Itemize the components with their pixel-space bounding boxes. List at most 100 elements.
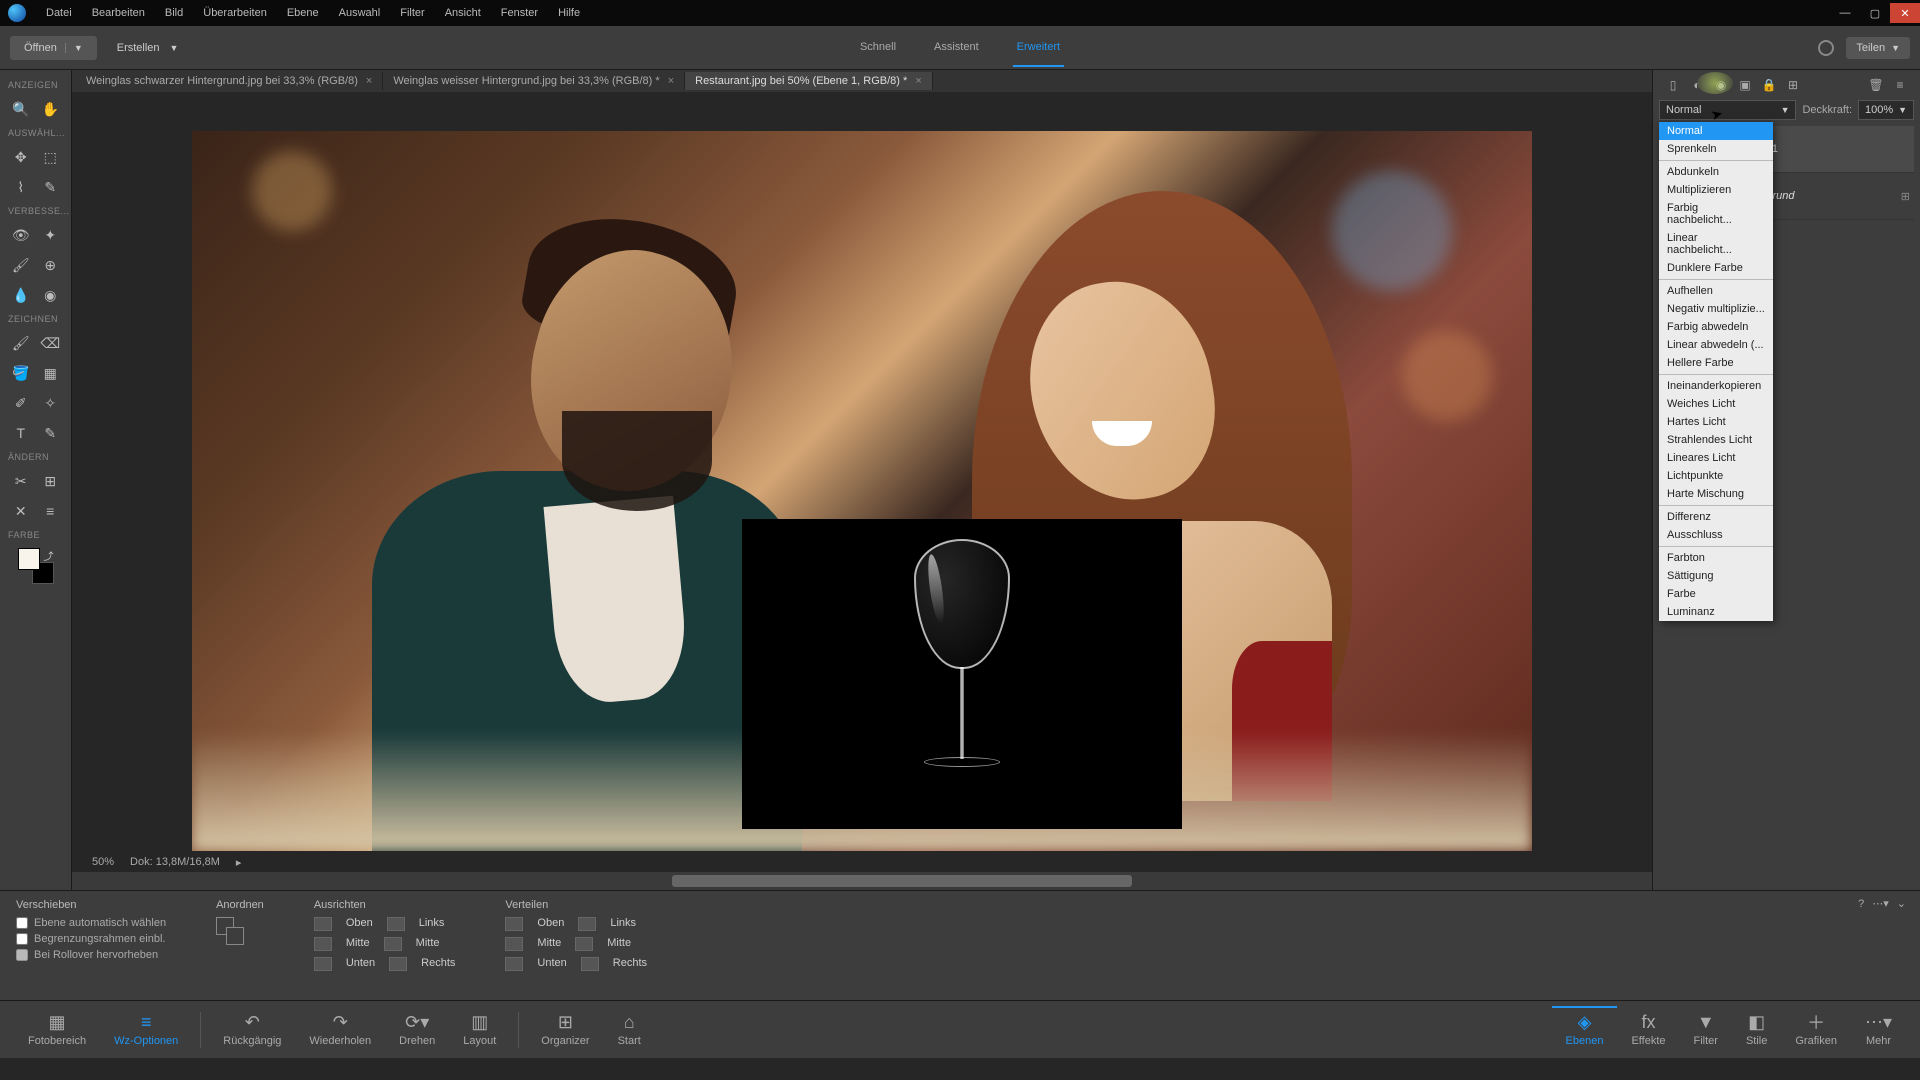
swap-colors-icon[interactable]: ⤴ [44, 548, 54, 563]
mask-icon[interactable]: ▣ [1735, 76, 1755, 94]
align-center-icon[interactable] [384, 937, 402, 951]
dock-organizer[interactable]: ⊞Organizer [527, 1012, 603, 1047]
blend-option[interactable]: Linear abwedeln (... [1659, 336, 1773, 354]
close-button[interactable]: ✕ [1890, 3, 1920, 23]
align-left-icon[interactable] [387, 917, 405, 931]
chevron-down-icon[interactable]: ▼ [65, 43, 83, 53]
dock-home[interactable]: ⌂Start [604, 1012, 655, 1047]
link-layers-icon[interactable]: ⊞ [1783, 76, 1803, 94]
menu-fenster[interactable]: Fenster [491, 3, 548, 23]
fill-tool-icon[interactable]: 🪣 [10, 362, 32, 384]
blend-option[interactable]: Strahlendes Licht [1659, 431, 1773, 449]
zoom-level[interactable]: 50% [92, 856, 114, 868]
spot-heal-tool-icon[interactable]: ✦ [39, 224, 61, 246]
trash-icon[interactable]: 🗑 [1866, 76, 1886, 94]
blend-option[interactable]: Sättigung [1659, 567, 1773, 585]
blend-mode-dropdown[interactable]: Normal Sprenkeln Abdunkeln Multipliziere… [1659, 122, 1773, 621]
create-button[interactable]: Erstellen ▼ [117, 42, 179, 54]
minimize-button[interactable]: — [1830, 3, 1860, 23]
recompose-tool-icon[interactable]: ⊞ [39, 470, 61, 492]
dock-more[interactable]: ⋯▾Mehr [1851, 1012, 1906, 1047]
eraser-tool-icon[interactable]: ⌫ [39, 332, 61, 354]
blend-option[interactable]: Differenz [1659, 508, 1773, 526]
viewport[interactable]: 50% Dok: 13,8M/16,8M ▸ [72, 92, 1652, 890]
text-tool-icon[interactable]: T [10, 422, 32, 444]
tab-0[interactable]: Weinglas schwarzer Hintergrund.jpg bei 3… [76, 72, 383, 90]
menu-ebene[interactable]: Ebene [277, 3, 329, 23]
menu-icon[interactable]: ⋯▾ [1872, 897, 1889, 910]
foreground-color[interactable] [18, 548, 40, 570]
dist-right-icon[interactable] [581, 957, 599, 971]
dist-middle-icon[interactable] [505, 937, 523, 951]
quick-select-tool-icon[interactable]: ✎ [39, 176, 61, 198]
arrange-icon[interactable] [216, 917, 244, 945]
dist-center-icon[interactable] [575, 937, 593, 951]
move-tool-icon[interactable]: ✥ [10, 146, 32, 168]
color-swatches[interactable]: ⤴ [18, 548, 54, 584]
maximize-button[interactable]: ▢ [1860, 3, 1890, 23]
blend-option[interactable]: Farbig nachbelicht... [1659, 199, 1773, 229]
dock-effects[interactable]: fxEffekte [1617, 1012, 1679, 1047]
panel-menu-icon[interactable]: ≡ [1890, 76, 1910, 94]
tab-2[interactable]: Restaurant.jpg bei 50% (Ebene 1, RGB/8) … [685, 72, 933, 90]
auto-select-checkbox[interactable]: Ebene automatisch wählen [16, 917, 166, 929]
close-icon[interactable]: × [915, 75, 921, 87]
blend-option[interactable]: Harte Mischung [1659, 485, 1773, 503]
blend-option[interactable]: Weiches Licht [1659, 395, 1773, 413]
mode-assist[interactable]: Assistent [930, 29, 983, 67]
dock-graphics[interactable]: ＋Grafiken [1781, 1012, 1851, 1047]
dock-layers[interactable]: ◈Ebenen [1552, 1006, 1618, 1047]
gradient-tool-icon[interactable]: ▦ [39, 362, 61, 384]
menu-bearbeiten[interactable]: Bearbeiten [82, 3, 155, 23]
canvas[interactable] [192, 131, 1532, 851]
brush-tool-icon[interactable]: 🖌 [10, 332, 32, 354]
align-middle-icon[interactable] [314, 937, 332, 951]
menu-hilfe[interactable]: Hilfe [548, 3, 590, 23]
opacity-input[interactable]: 100% ▼ [1858, 100, 1914, 120]
lasso-tool-icon[interactable]: ⌇ [10, 176, 32, 198]
blend-option[interactable]: Lichtpunkte [1659, 467, 1773, 485]
tab-1[interactable]: Weinglas weisser Hintergrund.jpg bei 33,… [383, 72, 685, 90]
blur-tool-icon[interactable]: 💧 [10, 284, 32, 306]
menu-filter[interactable]: Filter [390, 3, 434, 23]
collapse-icon[interactable]: ⌄ [1897, 897, 1906, 910]
clone-tool-icon[interactable]: ⊕ [39, 254, 61, 276]
picker-tool-icon[interactable]: ✐ [10, 392, 32, 414]
pasted-layer[interactable] [742, 519, 1182, 829]
rollover-checkbox[interactable]: Bei Rollover hervorheben [16, 949, 166, 961]
align-bottom-icon[interactable] [314, 957, 332, 971]
blend-option[interactable]: Farbig abwedeln [1659, 318, 1773, 336]
dock-filter[interactable]: ▼Filter [1680, 1012, 1732, 1047]
blend-option[interactable]: Normal [1659, 122, 1773, 140]
dock-layout[interactable]: ▥Layout [449, 1012, 510, 1047]
dist-left-icon[interactable] [578, 917, 596, 931]
blend-option[interactable]: Multiplizieren [1659, 181, 1773, 199]
adjustment-layer-icon[interactable]: ◉ [1711, 76, 1731, 94]
scroll-thumb[interactable] [672, 875, 1132, 887]
dist-bottom-icon[interactable] [505, 957, 523, 971]
shape-tool-icon[interactable]: ✧ [39, 392, 61, 414]
close-icon[interactable]: × [366, 75, 372, 87]
h-scrollbar[interactable] [72, 872, 1652, 890]
theme-icon[interactable] [1818, 40, 1834, 56]
layer-group-icon[interactable]: ◐ [1687, 76, 1707, 94]
eye-tool-icon[interactable]: 👁 [10, 224, 32, 246]
dock-undo[interactable]: ↶Rückgängig [209, 1012, 295, 1047]
blend-mode-select[interactable]: Normal ▼ [1659, 100, 1796, 120]
lock-icon[interactable]: 🔒 [1759, 76, 1779, 94]
crop-tool-icon[interactable]: ✂ [10, 470, 32, 492]
open-button[interactable]: Öffnen ▼ [10, 36, 97, 60]
share-button[interactable]: Teilen ▼ [1846, 37, 1910, 59]
blend-option[interactable]: Sprenkeln [1659, 140, 1773, 158]
align-right-icon[interactable] [389, 957, 407, 971]
zoom-tool-icon[interactable]: 🔍 [10, 98, 32, 120]
dock-styles[interactable]: ◧Stile [1732, 1012, 1781, 1047]
blend-option[interactable]: Luminanz [1659, 603, 1773, 621]
mode-quick[interactable]: Schnell [856, 29, 900, 67]
dock-redo[interactable]: ↷Wiederholen [295, 1012, 385, 1047]
lock-icon[interactable]: ⊞ [1901, 190, 1910, 203]
dist-top-icon[interactable] [505, 917, 523, 931]
blend-option[interactable]: Farbe [1659, 585, 1773, 603]
menu-ueberarbeiten[interactable]: Überarbeiten [193, 3, 277, 23]
dock-rotate[interactable]: ⟳▾Drehen [385, 1012, 449, 1047]
